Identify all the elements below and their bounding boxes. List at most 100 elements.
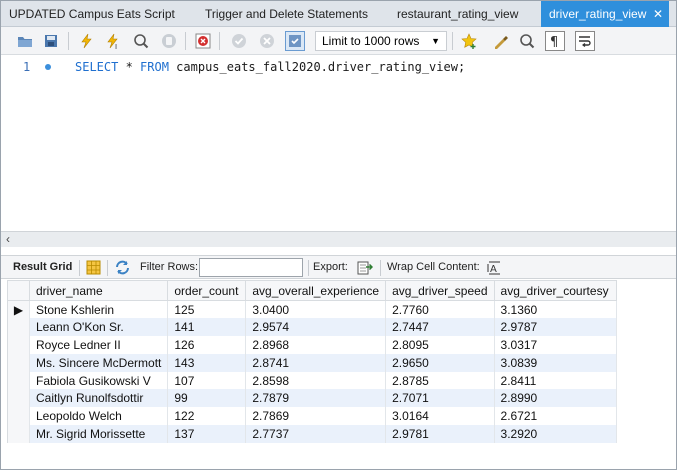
svg-text:I: I	[115, 43, 117, 50]
current-row-marker-icon: ▶	[7, 300, 30, 319]
result-grid-table[interactable]: driver_name order_count avg_overall_expe…	[7, 280, 617, 443]
row-selector[interactable]	[7, 353, 30, 372]
editor-horizontal-scrollbar[interactable]: ‹	[1, 231, 676, 247]
explain-icon[interactable]	[131, 31, 151, 51]
column-header-driver-name[interactable]: driver_name	[28, 280, 169, 301]
rollback-icon[interactable]	[257, 31, 277, 51]
row-selector[interactable]	[7, 336, 30, 354]
cell[interactable]: 2.7447	[385, 318, 495, 337]
open-folder-icon[interactable]	[15, 31, 35, 51]
cell[interactable]: 2.7869	[245, 407, 387, 426]
grid-header-row: driver_name order_count avg_overall_expe…	[7, 280, 617, 301]
cell[interactable]: Fabiola Gusikowski V	[29, 371, 169, 390]
workbench-window: UPDATED Campus Eats Script Trigger and D…	[0, 0, 677, 470]
table-row[interactable]: Ms. Sincere McDermott 143 2.8741 2.9650 3.08…	[7, 353, 617, 372]
add-snippet-icon[interactable]	[459, 31, 479, 51]
scroll-left-icon[interactable]: ‹	[6, 232, 10, 246]
cell[interactable]: Caitlyn Runolfsdottir	[29, 389, 169, 408]
limit-rows-select[interactable]: Limit to 1000 rows ▼	[315, 31, 447, 51]
export-icon[interactable]	[356, 259, 373, 276]
sql-editor[interactable]: 1 SELECT * FROM campus_eats_fall2020.dri…	[1, 56, 676, 231]
find-icon[interactable]	[517, 31, 537, 51]
cell[interactable]: 3.0839	[494, 353, 617, 372]
cell[interactable]: 2.7879	[245, 389, 387, 408]
cell[interactable]: 137	[167, 425, 247, 443]
sql-query-line[interactable]: SELECT * FROM campus_eats_fall2020.drive…	[75, 60, 465, 74]
cell[interactable]: 2.9787	[494, 318, 617, 337]
row-selector[interactable]	[7, 407, 30, 426]
save-icon[interactable]	[41, 31, 61, 51]
cell[interactable]: 2.7071	[385, 389, 495, 408]
cell[interactable]: 141	[167, 318, 247, 337]
cell[interactable]: 2.9650	[385, 353, 495, 372]
wrap-cell-icon[interactable]: A	[486, 259, 503, 276]
column-header-avg-driver-speed[interactable]: avg_driver_speed	[385, 280, 495, 301]
cell[interactable]: Mr. Sigrid Morissette	[29, 425, 169, 443]
cell[interactable]: 3.0317	[494, 336, 617, 354]
filter-rows-input[interactable]	[199, 258, 303, 277]
grid-view-icon[interactable]	[85, 259, 102, 276]
row-selector[interactable]	[7, 389, 30, 408]
cell[interactable]: 2.8741	[245, 353, 387, 372]
cell[interactable]: 99	[167, 389, 247, 408]
tab-updated-campus-eats-script[interactable]: UPDATED Campus Eats Script	[1, 1, 187, 27]
table-row[interactable]: Fabiola Gusikowski V 107 2.8598 2.8785 2.841…	[7, 371, 617, 390]
column-header-order-count[interactable]: order_count	[167, 280, 247, 301]
close-tab-icon[interactable]: ✕	[653, 1, 663, 27]
row-selector-header[interactable]	[7, 280, 30, 301]
cell[interactable]: Leann O'Kon Sr.	[29, 318, 169, 337]
row-selector[interactable]	[7, 425, 30, 443]
cell[interactable]: 2.8095	[385, 336, 495, 354]
svg-text:A: A	[490, 264, 497, 275]
row-selector[interactable]	[7, 318, 30, 337]
column-header-avg-overall-experience[interactable]: avg_overall_experience	[245, 280, 387, 301]
tab-driver-rating-view[interactable]: driver_rating_view ✕	[541, 1, 669, 27]
cell[interactable]: 2.8990	[494, 389, 617, 408]
tab-trigger-and-delete[interactable]: Trigger and Delete Statements	[197, 1, 383, 27]
cell[interactable]: 3.1360	[494, 300, 617, 319]
cell[interactable]: 2.8411	[494, 371, 617, 390]
commit-icon[interactable]	[229, 31, 249, 51]
beautify-icon[interactable]	[491, 31, 511, 51]
cell[interactable]: 3.0400	[245, 300, 387, 319]
cell[interactable]: 2.9574	[245, 318, 387, 337]
stop-icon[interactable]	[159, 31, 179, 51]
word-wrap-icon[interactable]	[575, 31, 595, 51]
table-row[interactable]: Leann O'Kon Sr. 141 2.9574 2.7447 2.9787	[7, 318, 617, 337]
cell[interactable]: 143	[167, 353, 247, 372]
table-row[interactable]: Leopoldo Welch 122 2.7869 3.0164 2.6721	[7, 407, 617, 426]
cell[interactable]: 2.8598	[245, 371, 387, 390]
cell[interactable]: 125	[167, 300, 247, 319]
cell[interactable]: 2.7737	[245, 425, 387, 443]
table-row[interactable]: Royce Ledner II 126 2.8968 2.8095 3.0317	[7, 336, 617, 354]
cell[interactable]: 2.8785	[385, 371, 495, 390]
column-header-avg-driver-courtesy[interactable]: avg_driver_courtesy	[493, 280, 617, 301]
cell[interactable]: 122	[167, 407, 247, 426]
autocommit-icon[interactable]	[285, 31, 305, 51]
refresh-icon[interactable]	[114, 259, 131, 276]
cell[interactable]: Royce Ledner II	[29, 336, 169, 354]
cell[interactable]: 2.7760	[385, 300, 495, 319]
execute-current-icon[interactable]: I	[103, 31, 123, 51]
table-row[interactable]: Mr. Sigrid Morissette 137 2.7737 2.9781 3.29…	[7, 425, 617, 443]
table-row[interactable]: Caitlyn Runolfsdottir 99 2.7879 2.7071 2.899…	[7, 389, 617, 408]
cell[interactable]: 107	[167, 371, 247, 390]
cell[interactable]: 126	[167, 336, 247, 354]
cell[interactable]: 2.9781	[385, 425, 495, 443]
result-grid-label[interactable]: Result Grid	[13, 261, 72, 273]
execute-icon[interactable]	[77, 31, 97, 51]
invisible-chars-icon[interactable]: ¶	[545, 31, 565, 51]
cell[interactable]: Ms. Sincere McDermott	[29, 353, 169, 372]
row-selector[interactable]	[7, 371, 30, 390]
cell[interactable]: 3.0164	[385, 407, 495, 426]
table-row[interactable]: ▶ Stone Kshlerin 125 3.0400 2.7760 3.1360	[7, 300, 617, 319]
toggle-error-icon[interactable]	[193, 31, 213, 51]
cell[interactable]: 2.6721	[494, 407, 617, 426]
cell[interactable]: Leopoldo Welch	[29, 407, 169, 426]
svg-text:¶: ¶	[550, 35, 558, 50]
filter-rows-label: Filter Rows:	[140, 261, 199, 273]
cell[interactable]: 3.2920	[494, 425, 617, 443]
cell[interactable]: 2.8968	[245, 336, 387, 354]
cell[interactable]: Stone Kshlerin	[29, 300, 169, 319]
tab-restaurant-rating-view[interactable]: restaurant_rating_view	[389, 1, 537, 27]
